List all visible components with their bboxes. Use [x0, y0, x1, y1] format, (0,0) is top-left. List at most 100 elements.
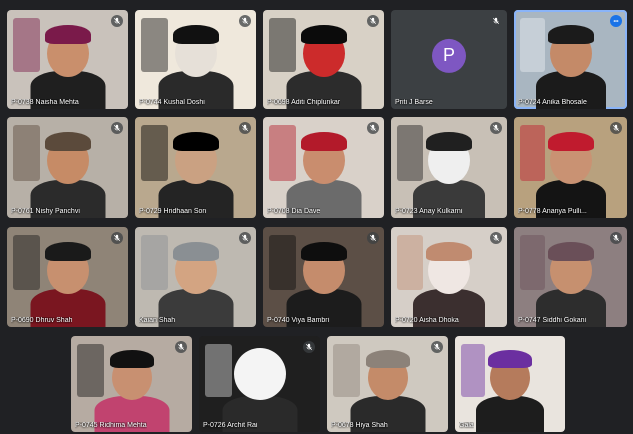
background-decor [141, 125, 168, 181]
participant-hair [300, 25, 347, 44]
participant-hair [547, 132, 594, 151]
participant-name: P-0698 Aditi Chiplunkar [267, 99, 341, 106]
background-decor [77, 344, 104, 397]
participant-video [263, 117, 384, 218]
participant-hair [426, 132, 472, 151]
participant-hair [172, 242, 219, 261]
participant-tile[interactable]: P-0720 Aisha Dhoka [391, 227, 507, 327]
video-call-grid: P-0738 Naisha Mehta P-0744 Kushal Doshi … [0, 0, 633, 434]
background-decor [333, 344, 360, 397]
participant-tile[interactable]: P-0726 Archit Rai [199, 336, 320, 432]
background-decor [205, 344, 232, 397]
participant-name: P-0744 Kushal Doshi [139, 99, 205, 106]
participant-tile[interactable]: P-0690 Dhruv Shah [7, 227, 128, 327]
participant-name: P-0747 Siddhi Gokani [518, 317, 587, 324]
participant-avatar: P [432, 38, 466, 73]
background-decor [520, 125, 545, 181]
participant-name: P-0726 Archit Rai [203, 422, 258, 429]
participant-tile[interactable]: P-0747 Siddhi Gokani [514, 227, 627, 327]
participant-name: P-0778 Ananya Pulli... [518, 208, 587, 215]
background-decor [269, 125, 296, 181]
participant-video [514, 10, 627, 109]
participant-hair [426, 242, 472, 261]
participant-video [514, 117, 627, 218]
mic-muted-icon [367, 122, 379, 134]
participant-video [71, 336, 192, 432]
participant-name: P-0720 Aisha Dhoka [395, 317, 459, 324]
mic-muted-icon [239, 122, 251, 134]
participant-tile[interactable]: P-0738 Naisha Mehta [7, 10, 128, 109]
participant-tile[interactable]: P-0724 Anika Bhosale [514, 10, 627, 109]
mic-muted-icon [303, 341, 315, 353]
participant-tile[interactable]: P-0745 Ridhima Mehta [71, 336, 192, 432]
mic-muted-icon [111, 122, 123, 134]
participant-video [514, 227, 627, 327]
background-decor [520, 235, 545, 290]
participant-video [199, 336, 320, 432]
participant-name: P-0729 Hridhaan Son [139, 208, 207, 215]
participant-video [391, 227, 507, 327]
background-decor [13, 125, 40, 181]
participant-tile[interactable]: P-0678 Hiya Shah [327, 336, 448, 432]
participant-name: P-0738 Naisha Mehta [11, 99, 79, 106]
participant-name: P-0708 Dia Dave [267, 208, 321, 215]
background-decor [520, 18, 545, 72]
participant-tile[interactable]: P-0729 Hridhaan Son [135, 117, 256, 218]
background-decor [141, 18, 168, 72]
participant-hair [300, 242, 347, 261]
participant-hair [172, 25, 219, 44]
background-decor [269, 18, 296, 72]
mic-muted-icon [111, 232, 123, 244]
mic-muted-icon [239, 15, 251, 27]
background-decor [397, 235, 423, 290]
participant-name: P-0761 Nishy Panchvi [11, 208, 80, 215]
background-decor [461, 344, 485, 397]
participant-video [135, 10, 256, 109]
mic-muted-icon [367, 15, 379, 27]
participant-tile[interactable]: Gala [455, 336, 565, 432]
participant-tile[interactable]: P-0708 Dia Dave [263, 117, 384, 218]
participant-video [263, 10, 384, 109]
participant-hair [109, 350, 154, 368]
mic-muted-icon [490, 232, 502, 244]
participant-video [7, 117, 128, 218]
participant-name: P-0740 Viya Bambri [267, 317, 330, 324]
participant-video [391, 117, 507, 218]
participant-tile[interactable]: P-0761 Nishy Panchvi [7, 117, 128, 218]
mic-muted-icon [175, 341, 187, 353]
participant-hair [547, 242, 594, 261]
participant-video [135, 117, 256, 218]
participant-video [7, 227, 128, 327]
participant-name: P-0690 Dhruv Shah [11, 317, 73, 324]
participant-name: Gala [459, 422, 474, 429]
mic-muted-icon [367, 232, 379, 244]
participant-body [476, 396, 544, 432]
background-decor [13, 18, 40, 72]
speaking-indicator-icon [610, 15, 622, 27]
participant-name: P-0723 Anay Kulkarni [395, 208, 463, 215]
participant-video [135, 227, 256, 327]
participant-video [327, 336, 448, 432]
background-decor [141, 235, 168, 290]
mic-muted-icon [490, 122, 502, 134]
participant-video [263, 227, 384, 327]
participant-tile[interactable]: P-0744 Kushal Doshi [135, 10, 256, 109]
participant-tile[interactable]: P-0778 Ananya Pulli... [514, 117, 627, 218]
participant-name: P-0745 Ridhima Mehta [75, 422, 147, 429]
participant-name: Priti J Barse [395, 99, 433, 106]
mic-muted-icon [610, 232, 622, 244]
participant-name: Kaian Shah [139, 317, 176, 324]
participant-hair [365, 350, 410, 368]
participant-tile[interactable]: P-0740 Viya Bambri [263, 227, 384, 327]
participant-tile[interactable]: Kaian Shah [135, 227, 256, 327]
participant-tile[interactable]: P-0698 Aditi Chiplunkar [263, 10, 384, 109]
participant-tile[interactable]: P-0723 Anay Kulkarni [391, 117, 507, 218]
participant-hair [547, 25, 594, 44]
mic-muted-icon [111, 15, 123, 27]
mic-muted-icon [490, 15, 502, 27]
participant-face [233, 348, 286, 400]
mic-muted-icon [239, 232, 251, 244]
participant-tile[interactable]: P Priti J Barse [391, 10, 507, 109]
participant-hair [300, 132, 347, 151]
participant-hair [44, 132, 91, 151]
